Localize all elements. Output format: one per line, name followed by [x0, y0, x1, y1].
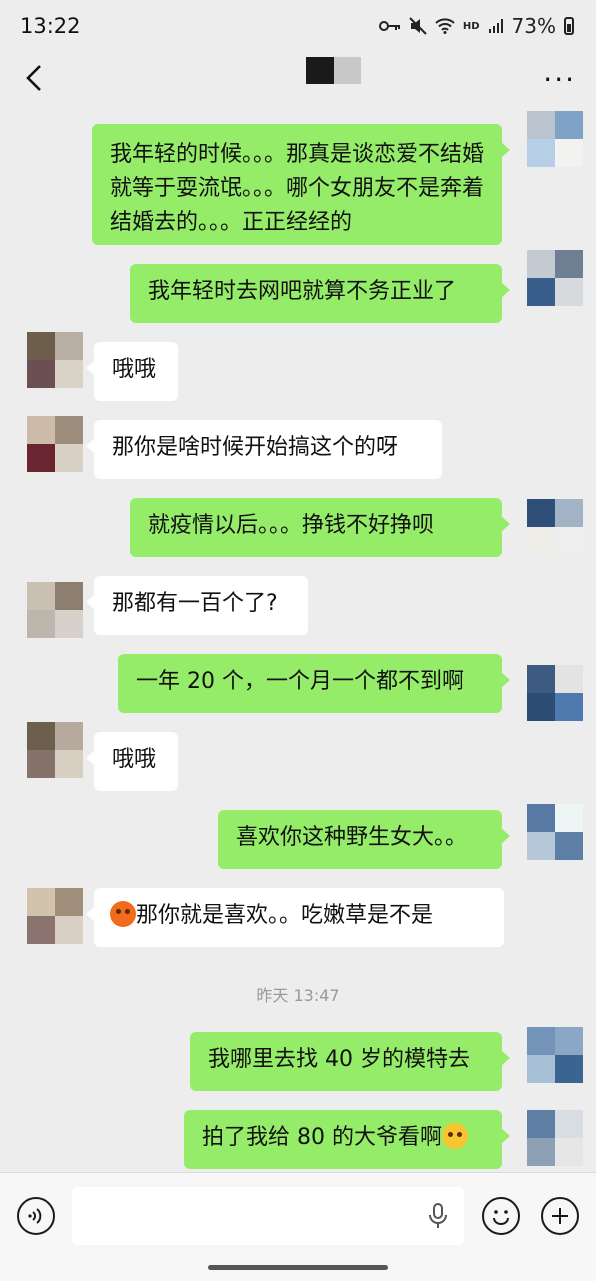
my-avatar[interactable]	[527, 499, 583, 555]
my-avatar[interactable]	[527, 1110, 583, 1166]
back-arrow-icon[interactable]	[18, 60, 54, 96]
status-time: 13:22	[20, 14, 81, 38]
wifi-icon	[435, 18, 455, 34]
message-bubble-sent[interactable]: 我年轻时去网吧就算不务正业了	[130, 264, 510, 323]
my-avatar[interactable]	[527, 111, 583, 167]
contact-avatar[interactable]	[27, 332, 83, 388]
voice-input-toggle-icon[interactable]	[17, 1197, 55, 1235]
emoji-button-icon[interactable]	[482, 1197, 520, 1235]
message-text: 那你就是喜欢。。吃嫩草是不是	[136, 903, 434, 928]
message-bubble-sent[interactable]: 就疫情以后。。。挣钱不好挣呗	[130, 498, 510, 557]
message-text-input[interactable]	[72, 1187, 464, 1245]
microphone-icon[interactable]	[428, 1203, 448, 1229]
my-avatar[interactable]	[527, 665, 583, 721]
message-bubble-received[interactable]: 哦哦	[86, 342, 178, 401]
tears-of-joy-emoji	[441, 1123, 468, 1149]
message-bubble-sent[interactable]: 拍了我给 80 的大爷看啊	[184, 1110, 510, 1169]
chat-header	[0, 52, 596, 106]
message-bubble-received[interactable]: 那你就是喜欢。。吃嫩草是不是	[86, 888, 504, 947]
key-icon	[378, 19, 401, 33]
battery-percent: 73%	[511, 14, 556, 38]
chat-title-avatar-blurred[interactable]	[306, 57, 361, 84]
message-bubble-received[interactable]: 那都有一百个了?	[86, 576, 308, 635]
contact-avatar[interactable]	[27, 888, 83, 944]
message-bubble-sent[interactable]: 我哪里去找 40 岁的模特去	[190, 1032, 510, 1091]
message-bubble-sent[interactable]: 一年 20 个，一个月一个都不到啊	[118, 654, 510, 713]
status-icons: HD 73%	[378, 14, 574, 38]
more-options-icon[interactable]: ···	[543, 66, 576, 94]
angry-face-emoji	[110, 901, 136, 927]
message-bubble-sent[interactable]: 我年轻的时候。。。那真是谈恋爱不结婚就等于耍流氓。。。哪个女朋友不是奔着结婚去的…	[92, 124, 510, 245]
hd-label: HD	[462, 20, 480, 32]
battery-icon	[564, 17, 574, 35]
message-bubble-received[interactable]: 那你是啥时候开始搞这个的呀	[86, 420, 442, 479]
message-bubble-sent[interactable]: 喜欢你这种野生女大。。	[218, 810, 510, 869]
status-bar: 13:22 HD 73%	[0, 0, 596, 52]
my-avatar[interactable]	[527, 1027, 583, 1083]
add-more-plus-icon[interactable]	[541, 1197, 579, 1235]
home-indicator[interactable]	[208, 1265, 388, 1270]
contact-avatar[interactable]	[27, 416, 83, 472]
my-avatar[interactable]	[527, 250, 583, 306]
signal-icon	[488, 18, 504, 34]
my-avatar[interactable]	[527, 804, 583, 860]
message-bubble-received[interactable]: 哦哦	[86, 732, 178, 791]
contact-avatar[interactable]	[27, 722, 83, 778]
chat-timestamp: 昨天 13:47	[256, 986, 340, 1005]
message-text: 拍了我给 80 的大爷看啊	[202, 1125, 442, 1150]
mute-icon	[409, 17, 427, 35]
contact-avatar[interactable]	[27, 582, 83, 638]
